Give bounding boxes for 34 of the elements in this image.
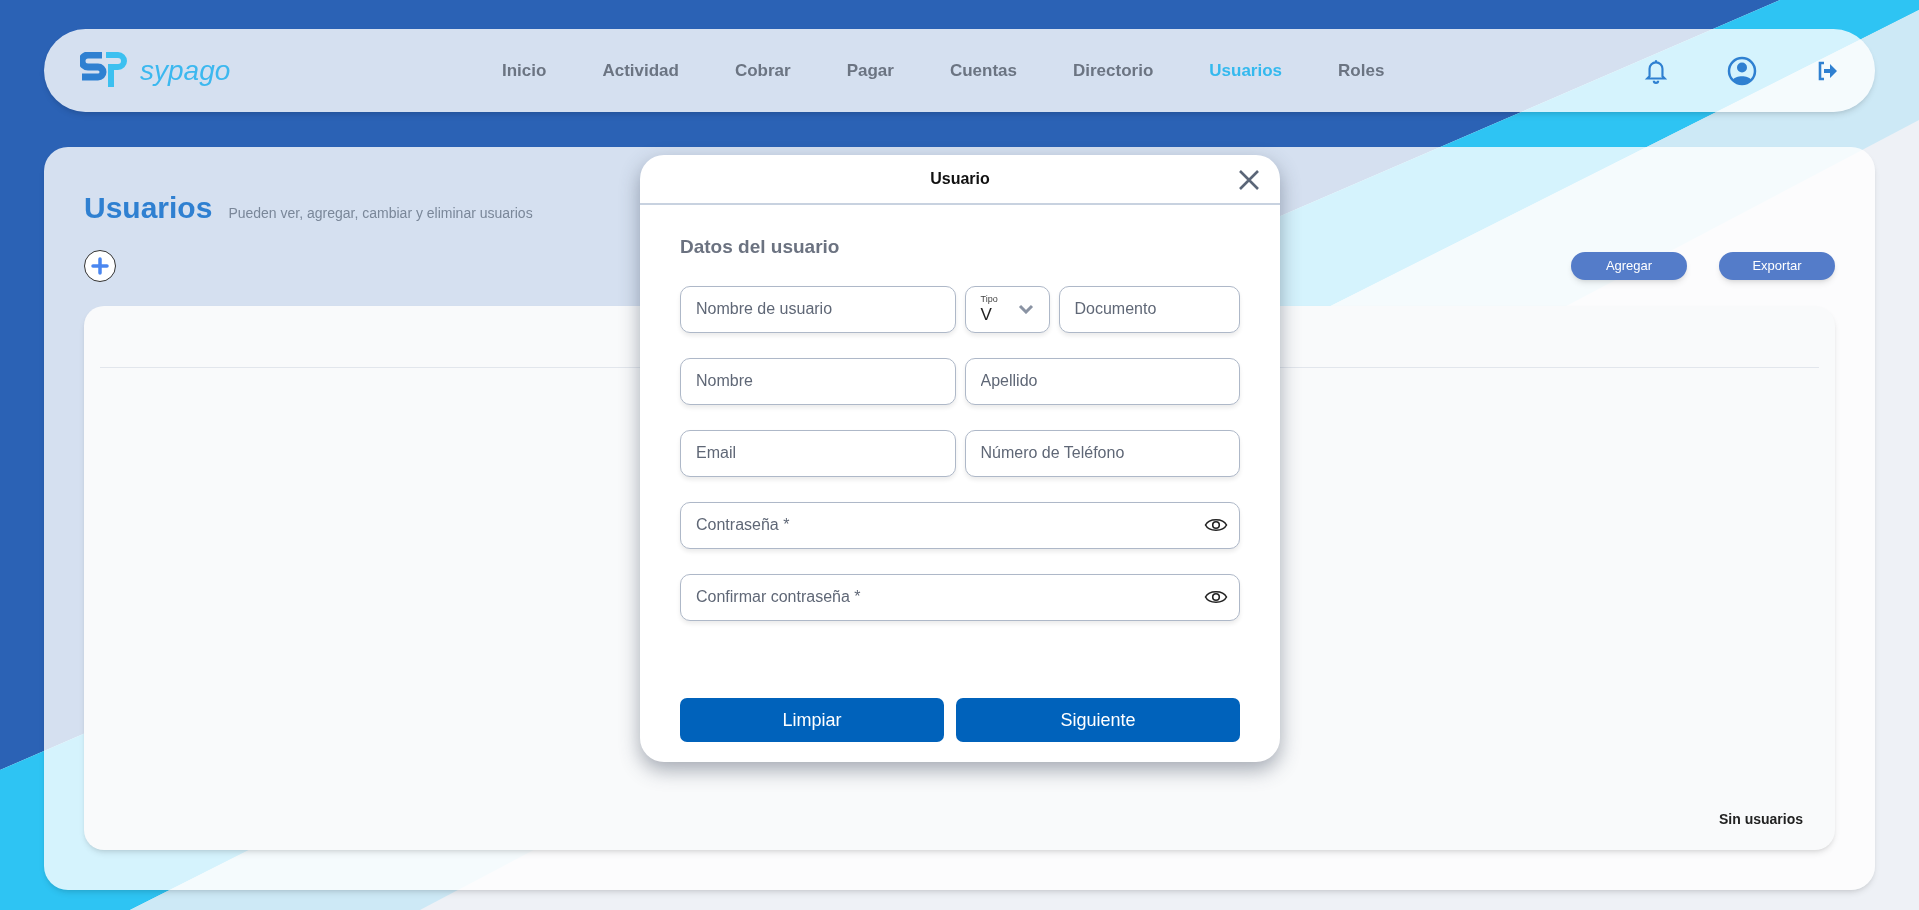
dialog-title: Usuario: [930, 169, 990, 189]
add-button[interactable]: [84, 250, 116, 282]
chevron-down-icon: [1017, 304, 1034, 314]
toolbar-button[interactable]: Agregar: [1571, 252, 1687, 280]
plus-icon: [91, 257, 109, 275]
input-field[interactable]: Email: [680, 429, 956, 477]
input-field[interactable]: Documento: [1058, 285, 1240, 333]
dialog-button[interactable]: Siguiente: [956, 698, 1240, 742]
dialog-button[interactable]: Limpiar: [680, 698, 944, 742]
close-icon: [1238, 169, 1260, 191]
nav-link[interactable]: Inicio: [475, 57, 574, 84]
input-field[interactable]: Nombre: [680, 357, 956, 405]
password-field[interactable]: Confirmar contraseña *: [680, 573, 1240, 621]
nav-link[interactable]: Cuentas: [922, 57, 1044, 84]
page-title: Usuarios: [84, 190, 213, 226]
nav-link[interactable]: Pagar: [819, 57, 921, 84]
toolbar-button[interactable]: Exportar: [1719, 252, 1835, 280]
type-select[interactable]: Tipo V: [964, 285, 1050, 333]
input-field[interactable]: Nombre de usuario: [680, 285, 956, 333]
nav-link[interactable]: Cobrar: [707, 57, 818, 84]
nav-link[interactable]: Actividad: [575, 57, 706, 84]
brand-name: sypago: [140, 56, 231, 85]
nav-link[interactable]: Roles: [1311, 57, 1412, 84]
page-subtitle: Pueden ver, agregar, cambiar y eliminar usuarios: [228, 204, 533, 223]
select-value: V: [980, 306, 993, 323]
empty-message: Sin usuarios: [1718, 810, 1803, 829]
logo-icon: [80, 51, 128, 90]
nav-link[interactable]: Directorio: [1046, 57, 1181, 84]
section-title: Datos del usuario: [680, 235, 841, 259]
input-field[interactable]: Apellido: [964, 357, 1240, 405]
password-field[interactable]: Contraseña *: [680, 501, 1240, 549]
user-profile-icon[interactable]: [1727, 55, 1757, 86]
input-field[interactable]: Número de Teléfono: [964, 429, 1240, 477]
select-label: Tipo: [980, 295, 998, 304]
